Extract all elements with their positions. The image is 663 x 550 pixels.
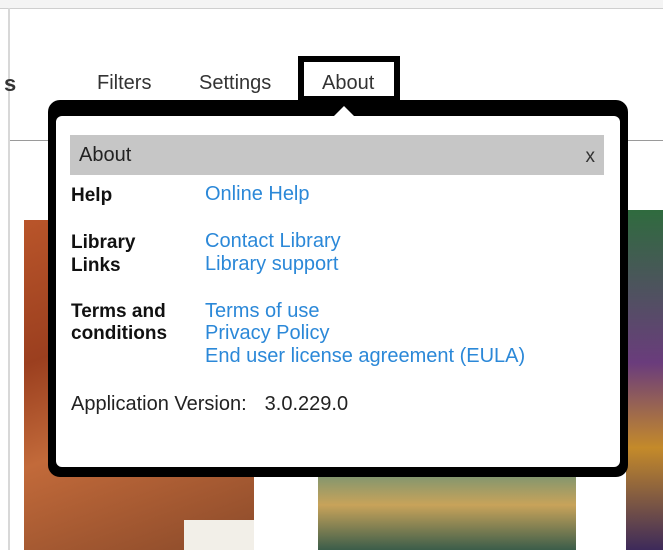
version-value: 3.0.229.0 <box>264 393 349 415</box>
close-button[interactable]: x <box>586 146 596 168</box>
popup-header: About x <box>70 135 604 175</box>
popup-title: About <box>79 144 132 166</box>
about-tab-highlight <box>298 56 400 102</box>
book-cover-3[interactable] <box>626 210 663 550</box>
library-links-label-line2: Links <box>71 255 121 276</box>
terms-label-line2: conditions <box>71 323 168 344</box>
window-top-bar <box>0 0 663 9</box>
popup-pointer <box>333 106 355 117</box>
terms-label-line1: Terms and <box>71 301 166 322</box>
book-cover-1-detail <box>184 520 254 550</box>
tab-settings[interactable]: Settings <box>199 72 271 95</box>
eula-link[interactable]: End user license agreement (EULA) <box>205 345 525 368</box>
nav-cut-off-label: s <box>4 71 17 96</box>
version-label: Application Version: <box>71 393 247 415</box>
contact-library-link[interactable]: Contact Library <box>205 230 341 253</box>
terms-of-use-link[interactable]: Terms of use <box>205 300 319 323</box>
library-support-link[interactable]: Library support <box>205 253 338 276</box>
application-version: Application Version: 3.0.229.0 <box>71 393 348 416</box>
online-help-link[interactable]: Online Help <box>205 183 310 206</box>
tab-filters[interactable]: Filters <box>97 72 151 95</box>
library-links-label-line1: Library <box>71 232 136 253</box>
privacy-policy-link[interactable]: Privacy Policy <box>205 322 329 345</box>
help-label: Help <box>71 185 113 206</box>
